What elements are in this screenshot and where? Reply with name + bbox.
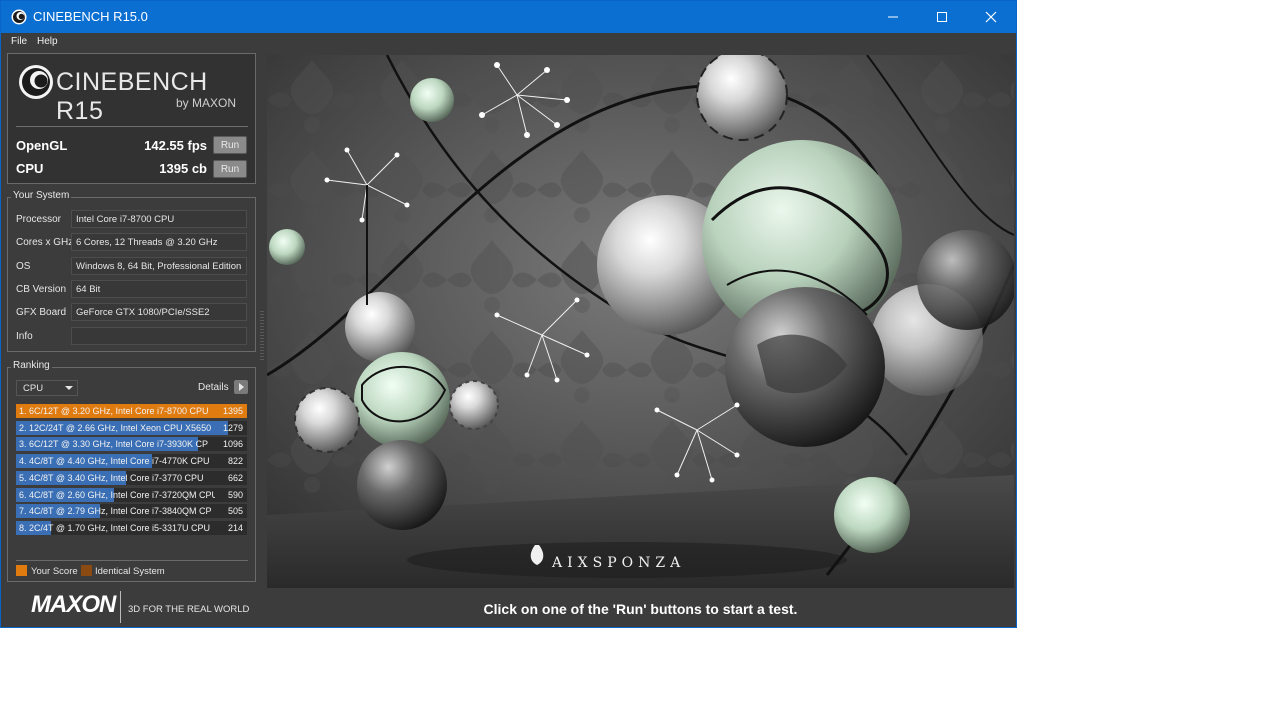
close-button[interactable]: [967, 1, 1015, 33]
ranking-score: 590: [227, 489, 243, 500]
ranking-label: 1. 6C/12T @ 3.20 GHz, Intel Core i7-8700…: [19, 406, 209, 416]
cpu-score: 1395 cb: [159, 161, 207, 176]
system-row-os: OS Windows 8, 64 Bit, Professional Editi…: [8, 257, 255, 277]
cpu-label: CPU: [16, 161, 44, 176]
maxon-logo: MAXON: [31, 591, 116, 618]
ranking-panel: Ranking CPU Details 1. 6C/12T @ 3.20 GHz…: [7, 360, 256, 582]
ranking-label: 6. 4C/8T @ 2.60 GHz, Intel Core i7-3720Q…: [19, 489, 215, 500]
system-key: Processor: [16, 214, 62, 225]
ranking-label: 3. 6C/12T @ 3.30 GHz, Intel Core i7-3930…: [19, 439, 209, 450]
watermark-text: AIXSPONZA: [551, 555, 685, 571]
ranking-row[interactable]: 4. 4C/8T @ 4.40 GHz, Intel Core i7-4770K…: [16, 454, 247, 469]
render-scene-image: AIXSPONZA: [267, 55, 1014, 588]
system-row-cb-version: CB Version 64 Bit: [8, 280, 255, 300]
logo-subtitle: by MAXON: [176, 96, 237, 110]
ranking-score: 1096: [222, 439, 243, 450]
ranking-heading: Ranking: [11, 360, 52, 371]
ranking-score: 1395: [222, 406, 243, 416]
minimize-button[interactable]: [869, 1, 917, 33]
render-viewport: AIXSPONZA: [267, 55, 1014, 588]
system-value: 64 Bit: [71, 280, 247, 298]
ranking-score: 505: [227, 506, 243, 517]
system-key: Cores x GHz: [16, 237, 74, 248]
ranking-row[interactable]: 8. 2C/4T @ 1.70 GHz, Intel Core i5-3317U…: [16, 520, 247, 535]
cinebench-app-icon: [11, 9, 27, 25]
maximize-icon: [937, 12, 947, 22]
system-value: 6 Cores, 12 Threads @ 3.20 GHz: [71, 233, 247, 251]
ranking-score: 214: [227, 522, 243, 533]
ranking-score: 1279: [222, 422, 243, 433]
opengl-run-button[interactable]: Run: [213, 136, 247, 154]
ranking-row[interactable]: 5. 4C/8T @ 3.40 GHz, Intel Core i7-3770 …: [16, 470, 247, 485]
close-icon: [985, 11, 997, 23]
ranking-score: 822: [227, 456, 243, 467]
details-button[interactable]: [234, 380, 248, 394]
maximize-button[interactable]: [918, 1, 966, 33]
title-bar[interactable]: CINEBENCH R15.0: [1, 1, 1016, 33]
system-key: GFX Board: [16, 307, 67, 318]
system-key: Info: [16, 331, 33, 342]
opengl-label: OpenGL: [16, 138, 68, 153]
ranking-label: 7. 4C/8T @ 2.79 GHz, Intel Core i7-3840Q…: [19, 506, 212, 517]
divider: [16, 560, 248, 561]
system-value: GeForce GTX 1080/PCIe/SSE2: [71, 303, 247, 321]
details-label: Details: [198, 382, 229, 393]
ranking-score: 662: [227, 472, 243, 483]
ranking-label: 2. 12C/24T @ 2.66 GHz, Intel Xeon CPU X5…: [19, 422, 212, 433]
ranking-type-value: CPU: [23, 383, 44, 394]
app-window: CINEBENCH R15.0 File Help CINEBENCH R15 …: [0, 0, 1017, 628]
menu-help[interactable]: Help: [37, 36, 58, 47]
system-row-info: Info: [8, 327, 255, 347]
system-value: Intel Core i7-8700 CPU: [71, 210, 247, 228]
status-message: Click on one of the 'Run' buttons to sta…: [483, 601, 798, 617]
divider: [120, 591, 121, 623]
opengl-score: 142.55 fps: [144, 138, 207, 153]
system-row-cores: Cores x GHz 6 Cores, 12 Threads @ 3.20 G…: [8, 233, 255, 253]
system-row-gfx-board: GFX Board GeForce GTX 1080/PCIe/SSE2: [8, 303, 255, 323]
maxon-tagline: 3D FOR THE REAL WORLD: [128, 604, 250, 615]
system-row-processor: Processor Intel Core i7-8700 CPU: [8, 210, 255, 230]
your-score-swatch: [16, 565, 27, 576]
ranking-row[interactable]: 1. 6C/12T @ 3.20 GHz, Intel Core i7-8700…: [16, 404, 247, 418]
menu-bar: File Help: [1, 33, 1016, 52]
legend-identical-system: Identical System: [95, 566, 165, 577]
info-field[interactable]: [71, 327, 247, 345]
ranking-row[interactable]: 7. 4C/8T @ 2.79 GHz, Intel Core i7-3840Q…: [16, 504, 247, 519]
menu-file[interactable]: File: [11, 36, 27, 47]
identical-system-swatch: [81, 565, 92, 576]
ranking-row[interactable]: 6. 4C/8T @ 2.60 GHz, Intel Core i7-3720Q…: [16, 487, 247, 502]
ranking-label: 8. 2C/4T @ 1.70 GHz, Intel Core i5-3317U…: [19, 522, 211, 533]
cpu-run-button[interactable]: Run: [213, 160, 247, 178]
system-value: Windows 8, 64 Bit, Professional Edition: [71, 257, 247, 275]
ranking-type-dropdown[interactable]: CPU: [16, 380, 78, 396]
resize-grip-icon[interactable]: [260, 311, 264, 361]
ranking-row[interactable]: 3. 6C/12T @ 3.30 GHz, Intel Core i7-3930…: [16, 437, 247, 452]
window-title: CINEBENCH R15.0: [33, 9, 148, 24]
ranking-label: 4. 4C/8T @ 4.40 GHz, Intel Core i7-4770K…: [19, 456, 210, 467]
system-key: OS: [16, 261, 31, 272]
chevron-down-icon: [65, 386, 73, 390]
system-key: CB Version: [16, 284, 67, 295]
divider: [16, 126, 248, 127]
benchmark-panel: CINEBENCH R15 by MAXON OpenGL 142.55 fps…: [7, 53, 256, 184]
ranking-label: 5. 4C/8T @ 3.40 GHz, Intel Core i7-3770 …: [19, 472, 204, 483]
your-system-panel: Your System Processor Intel Core i7-8700…: [7, 190, 256, 352]
ranking-row[interactable]: 2. 12C/24T @ 2.66 GHz, Intel Xeon CPU X5…: [16, 420, 247, 435]
your-system-heading: Your System: [11, 190, 72, 201]
cinebench-logo-icon: [19, 65, 53, 99]
minimize-icon: [888, 16, 898, 18]
legend-your-score: Your Score: [31, 566, 78, 577]
